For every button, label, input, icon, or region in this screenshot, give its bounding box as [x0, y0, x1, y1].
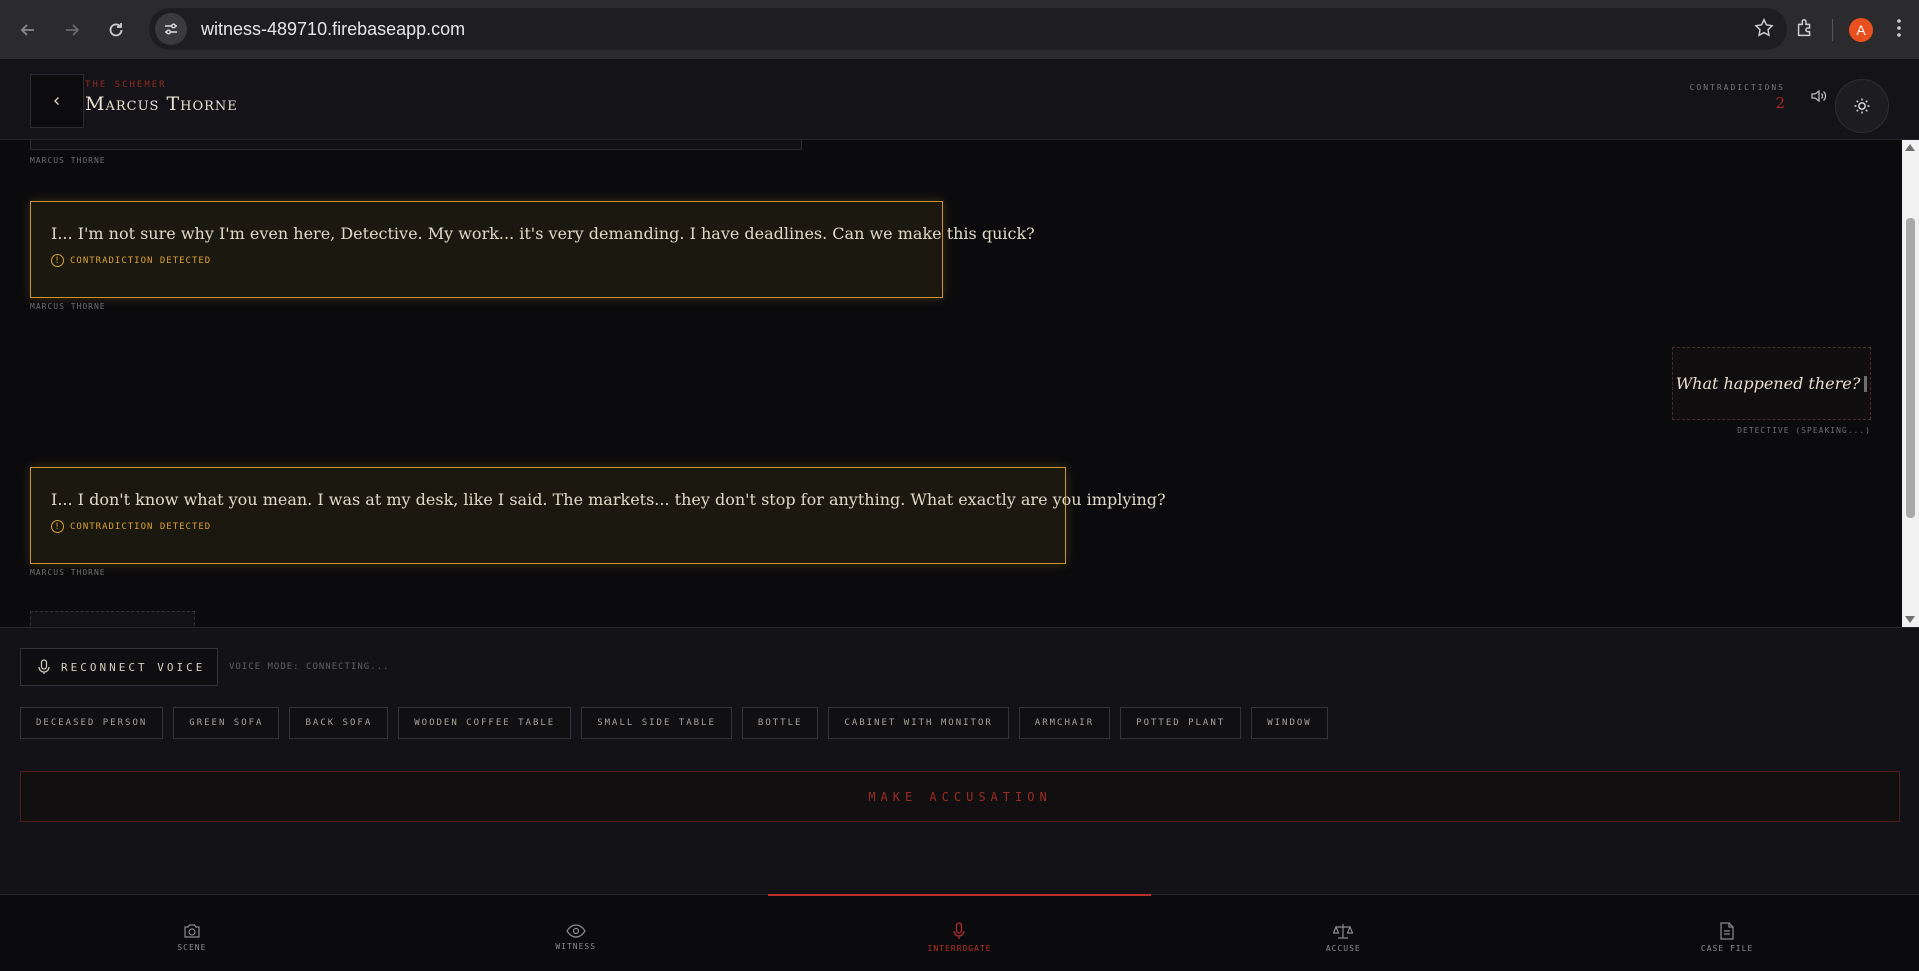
- scroll-thumb[interactable]: [1906, 218, 1915, 518]
- tab-accuse[interactable]: ACCUSE: [1151, 895, 1535, 971]
- evidence-chip[interactable]: POTTED PLANT: [1120, 707, 1242, 739]
- voice-mode-status: VOICE MODE: CONNECTING...: [229, 662, 390, 672]
- evidence-chip[interactable]: BACK SOFA: [289, 707, 389, 739]
- evidence-chip[interactable]: WOODEN COFFEE TABLE: [398, 707, 572, 739]
- browser-forward-button[interactable]: [50, 8, 94, 52]
- site-info-icon[interactable]: [155, 13, 187, 45]
- evidence-chip[interactable]: DECEASED PERSON: [20, 707, 164, 739]
- tab-label: WITNESS: [555, 941, 597, 951]
- tab-label: ACCUSE: [1325, 943, 1361, 953]
- pending-message-bubble: [30, 611, 195, 627]
- volume-icon[interactable]: [1809, 87, 1827, 109]
- arrow-left-icon: [20, 23, 34, 36]
- speaker-label: MARCUS THORNE: [30, 568, 106, 577]
- browser-toolbar: witness-489710.firebaseapp.com A: [0, 0, 1919, 59]
- eye-icon: [565, 923, 586, 938]
- extensions-icon[interactable]: [1794, 17, 1816, 43]
- contradiction-flag-label: CONTRADICTION DETECTED: [70, 255, 212, 266]
- document-icon: [1720, 921, 1734, 940]
- bottom-navigation: SCENE WITNESS INTERROGATE ACCUSE CASE FI…: [0, 894, 1919, 971]
- tab-scene[interactable]: SCENE: [0, 895, 384, 971]
- arrow-right-icon: [66, 23, 80, 36]
- reload-icon: [109, 22, 123, 36]
- witness-message-bubble: I... I don't know what you mean. I was a…: [30, 467, 1166, 564]
- evidence-chip[interactable]: ARMCHAIR: [1018, 707, 1111, 739]
- address-bar[interactable]: witness-489710.firebaseapp.com: [149, 8, 1787, 50]
- witness-message-bubble: I... I'm not sure why I'm even here, Det…: [30, 201, 1035, 298]
- scroll-up-arrow-icon[interactable]: [1905, 144, 1915, 151]
- message-text: I... I'm not sure why I'm even here, Det…: [51, 224, 1035, 243]
- speaker-label: MARCUS THORNE: [30, 302, 106, 311]
- contradiction-flag-label: CONTRADICTION DETECTED: [70, 521, 212, 532]
- speaker-label: MARCUS THORNE: [30, 156, 106, 165]
- evidence-chip[interactable]: WINDOW: [1251, 707, 1328, 739]
- scales-icon: [1333, 923, 1354, 939]
- interrogation-controls: RECONNECT VOICE VOICE MODE: CONNECTING..…: [0, 627, 1919, 894]
- contradictions-count: 2: [1775, 94, 1785, 112]
- alert-circle-icon: !: [51, 254, 64, 267]
- url-text: witness-489710.firebaseapp.com: [201, 18, 466, 39]
- tab-label: SCENE: [177, 942, 207, 952]
- browser-menu-icon[interactable]: [1889, 17, 1909, 43]
- tab-interrogate[interactable]: INTERROGATE: [767, 894, 1152, 971]
- microphone-icon: [38, 659, 50, 674]
- evidence-chip[interactable]: GREEN SOFA: [173, 707, 280, 739]
- tab-label: CASE FILE: [1700, 943, 1754, 953]
- evidence-chip[interactable]: SMALL SIDE TABLE: [581, 707, 732, 739]
- alert-circle-icon: !: [51, 520, 64, 533]
- previous-message-bubble: [30, 140, 802, 150]
- contradictions-label: CONTRADICTIONS: [1689, 83, 1785, 92]
- evidence-chip[interactable]: CABINET WITH MONITOR: [828, 707, 1009, 739]
- tab-label: INTERROGATE: [927, 943, 992, 953]
- detective-message-bubble: What happened there?: [1672, 347, 1871, 420]
- contradiction-flag: ! CONTRADICTION DETECTED: [51, 520, 1045, 533]
- bookmark-star-icon[interactable]: [1753, 17, 1775, 43]
- app-header: THE SCHEMER Marcus Thorne CONTRADICTIONS…: [0, 59, 1919, 140]
- reconnect-voice-button[interactable]: RECONNECT VOICE: [20, 648, 218, 686]
- sun-icon: [1854, 98, 1870, 114]
- witness-role: THE SCHEMER: [85, 80, 167, 90]
- evidence-chips: DECEASED PERSON GREEN SOFA BACK SOFA WOO…: [20, 707, 1328, 739]
- make-accusation-button[interactable]: MAKE ACCUSATION: [20, 771, 1900, 822]
- transcript-panel[interactable]: MARCUS THORNE I... I'm not sure why I'm …: [0, 140, 1902, 627]
- camera-icon: [184, 923, 200, 938]
- contradiction-flag: ! CONTRADICTION DETECTED: [51, 254, 922, 267]
- reconnect-voice-label: RECONNECT VOICE: [61, 660, 206, 674]
- scroll-down-arrow-icon[interactable]: [1905, 616, 1915, 623]
- typing-cursor: [1864, 375, 1868, 392]
- toolbar-divider: [1832, 18, 1833, 41]
- tab-witness[interactable]: WITNESS: [384, 895, 768, 971]
- tab-case-file[interactable]: CASE FILE: [1535, 895, 1919, 971]
- witness-name: Marcus Thorne: [85, 93, 238, 115]
- speaker-label: DETECTIVE (SPEAKING...): [1737, 426, 1871, 435]
- browser-reload-button[interactable]: [94, 8, 138, 52]
- browser-back-button[interactable]: [6, 8, 50, 52]
- evidence-chip[interactable]: BOTTLE: [741, 707, 819, 739]
- message-text: I... I don't know what you mean. I was a…: [51, 490, 1166, 509]
- microphone-icon: [953, 921, 966, 939]
- transcript-scrollbar[interactable]: [1902, 140, 1919, 627]
- chevron-left-icon: [54, 97, 59, 105]
- message-text: What happened there?: [1675, 374, 1861, 393]
- profile-avatar[interactable]: A: [1849, 17, 1873, 42]
- back-button[interactable]: [30, 74, 84, 128]
- brightness-toggle-button[interactable]: [1835, 79, 1889, 133]
